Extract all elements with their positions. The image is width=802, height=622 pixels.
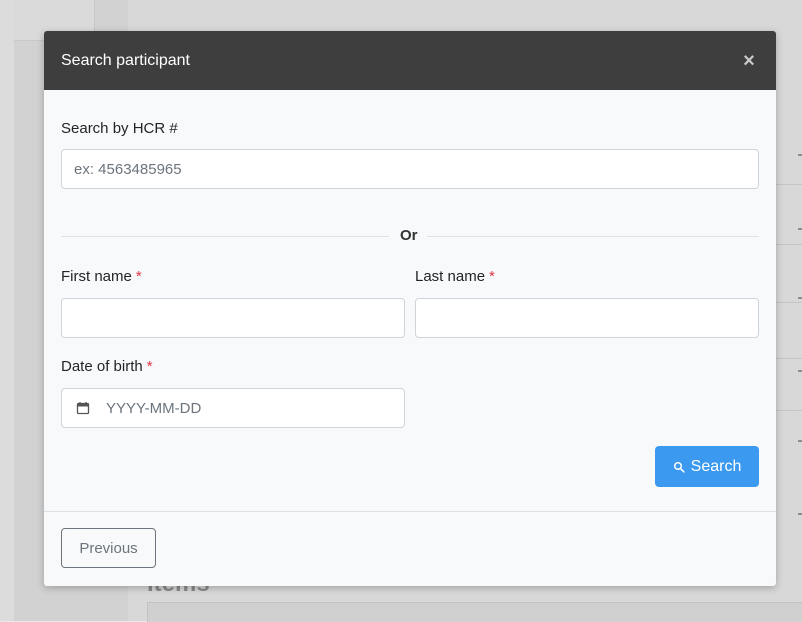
search-button[interactable]: Search xyxy=(655,446,759,487)
search-icon xyxy=(673,461,685,473)
hcr-search-input[interactable] xyxy=(61,149,759,189)
modal-header: Search participant × xyxy=(44,31,776,90)
required-asterisk: * xyxy=(146,358,153,375)
calendar-icon xyxy=(76,402,90,415)
last-name-input[interactable] xyxy=(415,298,759,338)
dob-field[interactable] xyxy=(61,388,405,428)
divider-right xyxy=(427,236,759,237)
or-divider-text: Or xyxy=(400,227,418,244)
first-name-label: First name * xyxy=(61,268,142,285)
first-name-input[interactable] xyxy=(61,298,405,338)
background-table-edge xyxy=(776,140,802,540)
modal-body: Search by HCR # Or First name* Last name… xyxy=(44,90,776,512)
close-icon: × xyxy=(743,49,755,72)
last-name-label: Last name * xyxy=(415,268,495,285)
background-card xyxy=(147,602,802,622)
first-name-label-text: First name xyxy=(61,268,132,285)
search-button-label: Search xyxy=(690,457,742,475)
search-participant-modal: Search participant × Search by HCR # Or … xyxy=(44,31,776,586)
hcr-label: Search by HCR # xyxy=(61,120,178,137)
previous-button[interactable]: Previous xyxy=(61,528,156,568)
dob-input[interactable] xyxy=(104,398,388,418)
required-asterisk: * xyxy=(489,268,495,285)
last-name-label-text: Last name xyxy=(415,268,486,285)
dob-label: Date of birth * xyxy=(61,358,153,375)
close-button[interactable]: × xyxy=(739,51,759,71)
divider-left xyxy=(61,236,389,237)
modal-footer: Previous xyxy=(44,512,776,586)
required-asterisk: * xyxy=(135,268,142,285)
modal-title: Search participant xyxy=(61,51,190,69)
dob-label-text: Date of birth xyxy=(61,358,143,375)
